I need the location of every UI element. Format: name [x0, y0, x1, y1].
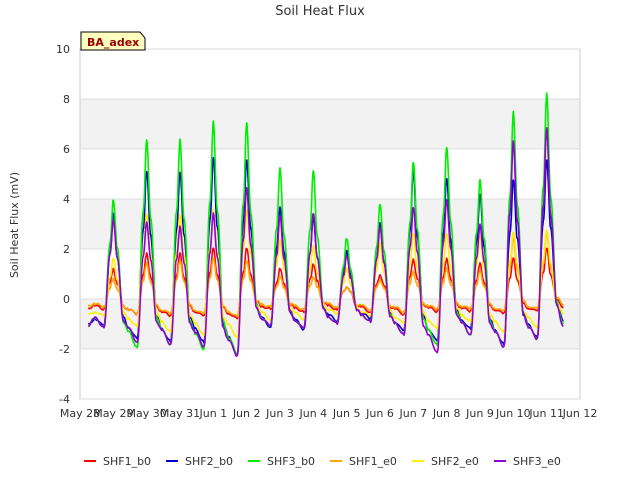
plot-band: [80, 199, 580, 249]
plot-band: [80, 49, 580, 99]
legend-item-shf1-e0: SHF1_e0: [330, 455, 397, 468]
x-tick-label: Jun 7: [398, 407, 427, 420]
station-badge-label: BA_adex: [87, 36, 139, 49]
legend-label: SHF1_b0: [103, 455, 151, 468]
y-tick-labels: -4 -2 0 2 4 6 8 10: [56, 43, 70, 406]
plot-band: [80, 349, 580, 399]
y-tick-label: -2: [59, 343, 70, 356]
x-tick-label: Jun 10: [495, 407, 531, 420]
x-tick-label: Jun 8: [432, 407, 461, 420]
x-tick-label: May 31: [160, 407, 200, 420]
plot-band: [80, 99, 580, 149]
x-tick-labels: May 28May 29May 30May 31 Jun 1 Jun 2 Jun 3J…: [60, 407, 597, 420]
legend-item-shf3-e0: SHF3_e0: [494, 455, 561, 468]
y-tick-label: 10: [56, 43, 70, 56]
plot-background-bands: [80, 49, 580, 399]
x-tick-label: Jun 3: [265, 407, 294, 420]
soil-heat-flux-chart: -4-20246810 May 28May 29May 30May 31 Jun …: [8, 4, 597, 468]
legend-label: SHF1_e0: [349, 455, 397, 468]
plot-band: [80, 149, 580, 199]
x-tick-label: Jun 9: [465, 407, 494, 420]
y-axis-label: Soil Heat Flux (mV): [8, 172, 21, 278]
legend-item-shf1-b0: SHF1_b0: [84, 455, 151, 468]
x-tick-label: Jun 4: [298, 407, 327, 420]
legend-label: SHF3_e0: [513, 455, 561, 468]
legend-item-shf2-b0: SHF2_b0: [166, 455, 233, 468]
x-tick-label: Jun 2: [232, 407, 261, 420]
legend-label: SHF3_b0: [267, 455, 315, 468]
x-tick-label: Jun 1: [198, 407, 227, 420]
x-tick-label: Jun 5: [332, 407, 361, 420]
legend-label: SHF2_b0: [185, 455, 233, 468]
legend-item-shf3-b0: SHF3_b0: [248, 455, 315, 468]
y-tick-label: 0: [63, 293, 70, 306]
x-tick-label: Jun 12: [562, 407, 598, 420]
y-tick-label: -4: [59, 393, 70, 406]
y-tick-label: 4: [63, 193, 70, 206]
legend-label: SHF2_e0: [431, 455, 479, 468]
y-tick-label: 6: [63, 143, 70, 156]
y-tick-label: 2: [63, 243, 70, 256]
station-badge: BA_adex: [80, 31, 146, 51]
x-tick-label: Jun 11: [528, 407, 564, 420]
chart-title: Soil Heat Flux: [275, 4, 365, 19]
x-tick-label: Jun 6: [365, 407, 394, 420]
legend-item-shf2-e0: SHF2_e0: [412, 455, 479, 468]
legend: SHF1_b0 SHF2_b0 SHF3_b0 SHF1_e0 SHF2_e0 SHF3_…: [84, 455, 561, 468]
y-tick-label: 8: [63, 93, 70, 106]
